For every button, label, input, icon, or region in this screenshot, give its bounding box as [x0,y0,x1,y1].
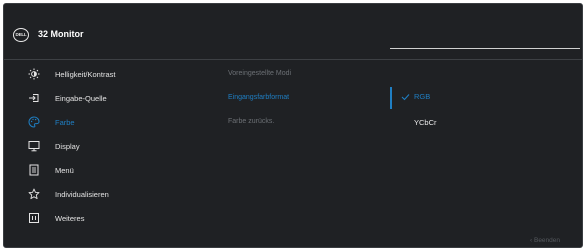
header-divider [4,59,582,60]
selection-indicator-bar [390,87,392,109]
nav-label-brightness-contrast: Helligkeit/Kontrast [55,69,116,79]
nav-label-menu: Menü [55,165,74,175]
monitor-osd-window: DELL 32 Monitor Helligkeit/Kontrast Eing… [3,3,583,248]
nav-item-personalize[interactable]: Individualisieren [28,186,208,202]
exit-button[interactable]: ‹ Beenden [530,237,560,244]
submenu-item-preset-modes[interactable]: Voreingestellte Modi [228,70,291,82]
checkmark-icon [401,94,410,101]
nav-label-others: Weiteres [55,213,85,223]
display-icon [28,141,40,152]
submenu-item-reset-color[interactable]: Farbe zurücks. [228,118,274,130]
nav-label-color: Farbe [55,117,75,127]
submenu-item-input-color-format[interactable]: Eingangsfarbformat [228,94,289,106]
menu-icon [29,164,39,176]
nav-label-personalize: Individualisieren [55,189,109,199]
brightness-icon [28,68,40,80]
nav-item-brightness-contrast[interactable]: Helligkeit/Kontrast [28,66,208,82]
nav-item-display[interactable]: Display [28,138,208,154]
nav-item-input-source[interactable]: Eingabe-Quelle [28,90,208,106]
others-icon [29,213,39,223]
header-underline [390,48,580,49]
option-rgb[interactable]: RGB [414,92,430,104]
osd-header: DELL 32 Monitor [4,4,584,60]
color-palette-icon [28,116,40,128]
exit-label: Beenden [533,237,561,244]
nav-item-others[interactable]: Weiteres [28,210,208,226]
dell-logo: DELL [13,28,29,42]
chevron-left-icon: ‹ [530,237,533,244]
star-icon [28,188,40,200]
option-ycbcr[interactable]: YCbCr [414,118,437,130]
nav-item-menu[interactable]: Menü [28,162,208,178]
input-source-icon [29,94,39,102]
nav-label-input-source: Eingabe-Quelle [55,93,107,103]
nav-item-color[interactable]: Farbe [28,114,208,130]
nav-label-display: Display [55,141,80,151]
monitor-title: 32 Monitor [38,29,84,39]
